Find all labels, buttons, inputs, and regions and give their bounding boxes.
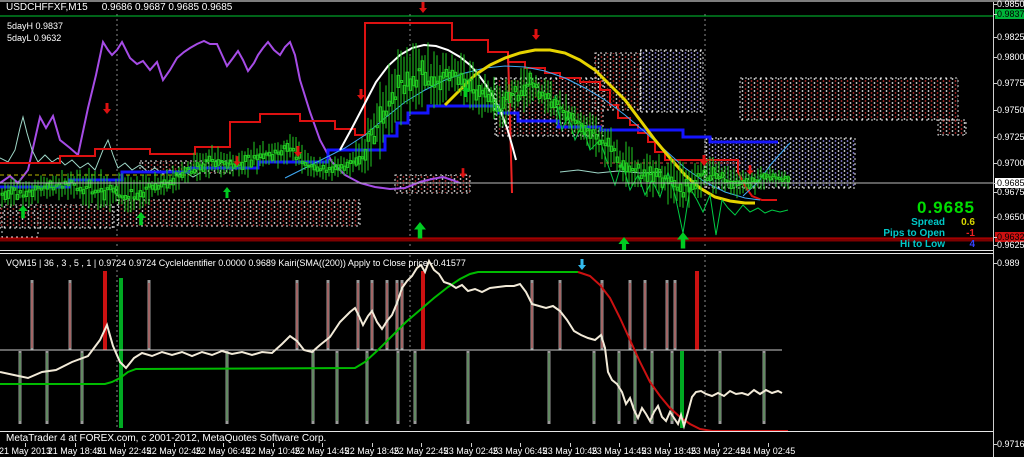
price-axis[interactable]: 0.9850 0.9837 0.9825 0.9800 0.9775 0.9750 0.97… [993,0,1024,457]
market-info-panel: 0.9685 Spread 0.6 Pips to Open -1 Hi to Lo… [883,198,975,251]
time-axis-tick [570,443,571,447]
price-axis-label: 0.9700 [997,158,1024,168]
time-axis-label: 22 May 22:45 [393,446,449,456]
time-axis-tick [174,443,175,447]
axis-tick [993,263,997,264]
time-axis-tick [669,443,670,447]
time-axis-label: 22 May 14:45 [294,446,350,456]
time-axis-label: 23 May 14:45 [591,446,647,456]
axis-tick [993,192,997,193]
time-axis-label: 21 May 2013 [0,446,52,456]
time-axis-label: 22 May 06:45 [195,446,251,456]
time-axis-tick [25,443,26,447]
price-axis-label: 0.9675 [997,187,1024,197]
indicator-subwindow[interactable] [0,254,993,431]
price-axis-label: 0.9775 [997,78,1024,88]
time-axis-label: 24 May 02:45 [740,446,796,456]
pips-to-open-label: Pips to Open [883,228,945,239]
price-axis-label: 0.9800 [997,52,1024,62]
price-axis-label: 0.9650 [997,212,1024,222]
five-day-high-label: 5dayH 0.9837 [7,21,64,31]
hi-to-low-label: Hi to Low [900,239,945,250]
five-day-low-label: 5dayL 0.9632 [7,33,62,43]
axis-tick [993,163,997,164]
time-axis-label: 23 May 02:45 [443,446,499,456]
panel-divider-top [0,250,993,251]
price-axis-label: 0.9825 [997,32,1024,42]
axis-tick [993,14,997,15]
ichimoku-cloud [117,199,361,227]
buy-arrow-icon [414,222,426,239]
indicator-axis-label: 0.989 [997,258,1020,268]
time-axis-label: 23 May 22:45 [690,446,746,456]
time-axis-tick [520,443,521,447]
price-axis-label: 0.9837 [995,9,1024,19]
axis-tick [993,237,997,238]
axis-tick [993,4,997,5]
indicator-header: VQM15 | 36 , 3 , 5 , 1 | 0.9724 0.9724 C… [6,258,466,268]
time-axis-label: 22 May 02:45 [146,446,202,456]
pips-to-open-value: -1 [966,228,975,239]
sell-arrow-icon [532,29,540,40]
main-price-chart[interactable] [0,0,993,250]
symbol-timeframe-label: USDCHFFXF,M15 [6,2,88,13]
hi-to-low-value: 4 [969,239,975,250]
time-axis-tick [124,443,125,447]
time-axis-tick [768,443,769,447]
time-axis-label: 21 May 22:45 [96,446,152,456]
time-axis-tick [718,443,719,447]
sell-arrow-icon [103,103,111,114]
ichimoku-cloud [937,119,967,136]
hi-to-low-row: Hi to Low 4 [883,239,975,250]
pips-to-open-row: Pips to Open -1 [883,228,975,239]
axis-tick [993,83,997,84]
spread-label: Spread [911,217,945,228]
axis-tick [993,217,997,218]
axis-tick [993,37,997,38]
sell-arrow-icon [357,89,365,100]
ichimoku-cloud [0,204,115,229]
ichimoku-cloud [394,174,471,194]
axis-tick [993,110,997,111]
time-axis-label: 22 May 18:45 [344,446,400,456]
five-day-range-labels: 5dayH 0.9837 5dayL 0.9632 [7,20,63,44]
time-axis-label: 23 May 06:45 [492,446,548,456]
panel-divider-bottom [0,253,993,254]
buy-arrow-icon [223,187,231,198]
status-bar: MetaTrader 4 at FOREX.com, c 2001-2012, … [6,433,327,444]
ichimoku-cloud [594,52,642,111]
time-axis-tick [223,443,224,447]
time-axis-label: 23 May 18:45 [641,446,697,456]
time-axis-tick [372,443,373,447]
price-axis-label: 0.9725 [997,132,1024,142]
time-axis-tick [322,443,323,447]
spread-row: Spread 0.6 [883,217,975,228]
spread-value: 0.6 [961,217,975,228]
price-axis-label: 0.9625 [997,240,1024,250]
axis-tick [993,137,997,138]
mt4-chart-window: USDCHFFXF,M15 0.9686 0.9687 0.9685 0.9685… [0,0,1024,457]
time-axis-tick [75,443,76,447]
cycle-down-arrow-icon [578,259,586,270]
axis-tick [993,245,997,246]
ichimoku-cloud [739,77,959,121]
axis-tick [993,183,997,184]
price-axis-label: 0.9750 [997,105,1024,115]
axis-tick [993,57,997,58]
time-axis-label: 21 May 18:45 [47,446,103,456]
subwindow-bottom-border [0,431,993,432]
ichimoku-cloud [639,49,704,113]
sell-arrow-icon [419,2,427,13]
time-axis-tick [619,443,620,447]
bid-price-value: 0.9685 [917,198,975,217]
time-axis-label: 22 May 10:45 [245,446,301,456]
time-axis-tick [471,443,472,447]
time-axis-tick [273,443,274,447]
time-axis-label: 23 May 10:45 [542,446,598,456]
time-axis[interactable]: 21 May 2013 21 May 18:45 21 May 22:45 22 Ma… [0,443,1024,457]
ohlc-values: 0.9686 0.9687 0.9685 0.9685 [101,2,233,13]
time-axis-tick [421,443,422,447]
chart-ohlc-header: USDCHFFXF,M15 0.9686 0.9687 0.9685 0.9685 [6,2,232,13]
price-axis-label: 0.9850 [997,0,1024,9]
